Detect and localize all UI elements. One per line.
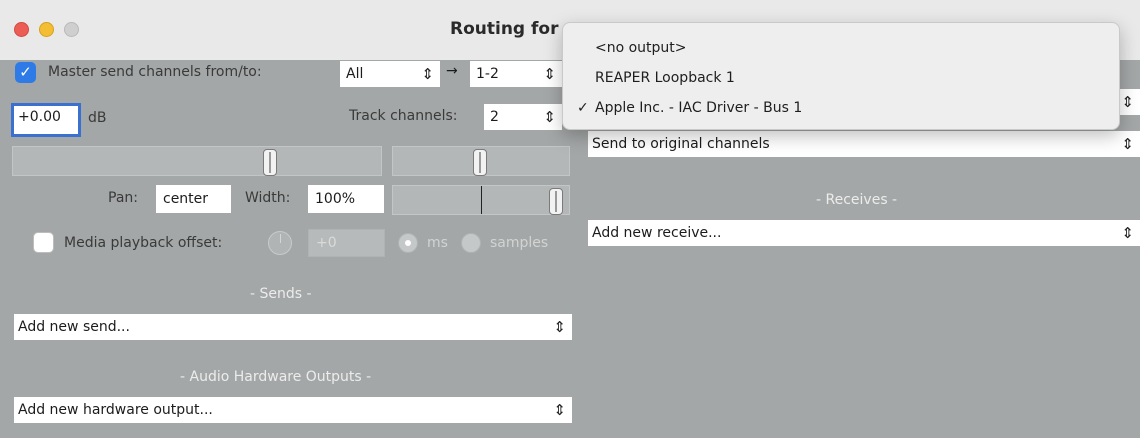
add-hardware-output-select[interactable]: Add new hardware output... ⇕ <box>14 397 572 423</box>
master-send-checkbox[interactable]: ✓ <box>15 62 36 83</box>
chevron-updown-icon: ⇕ <box>553 401 566 419</box>
master-from-value: All <box>346 66 364 82</box>
zoom-window-button[interactable] <box>64 22 79 37</box>
track-channels-select[interactable]: 2 ⇕ <box>484 104 562 130</box>
chevron-updown-icon: ⇕ <box>1121 135 1134 153</box>
volume-slider[interactable] <box>12 146 382 176</box>
samples-label: samples <box>490 235 549 251</box>
send-channels-value: Send to original channels <box>592 136 770 152</box>
volume-input[interactable]: +0.00 <box>11 103 81 137</box>
track-channels-value: 2 <box>490 109 499 125</box>
chevron-updown-icon: ⇕ <box>1121 93 1134 111</box>
receives-header: - Receives - <box>816 192 898 208</box>
master-to-select[interactable]: 1-2 ⇕ <box>470 61 562 87</box>
ms-label: ms <box>427 235 448 251</box>
width-slider-knob[interactable] <box>549 188 563 215</box>
samples-radio[interactable] <box>461 233 481 253</box>
add-send-label: Add new send... <box>18 319 130 335</box>
pan-label: Pan: <box>108 190 138 206</box>
hardware-outputs-header: - Audio Hardware Outputs - <box>180 369 372 385</box>
width-input[interactable]: 100% <box>308 185 384 213</box>
media-offset-checkbox[interactable] <box>33 232 54 253</box>
send-channels-select[interactable]: Send to original channels ⇕ <box>588 131 1140 157</box>
master-from-select[interactable]: All ⇕ <box>340 61 440 87</box>
chevron-updown-icon: ⇕ <box>1121 224 1134 242</box>
chevron-updown-icon: ⇕ <box>543 108 556 126</box>
width-slider[interactable] <box>392 185 570 215</box>
volume-slider-knob[interactable] <box>263 149 277 176</box>
menu-item-label: <no output> <box>595 40 687 56</box>
checkmark-icon: ✓ <box>577 100 589 116</box>
menu-item-label: REAPER Loopback 1 <box>595 70 735 86</box>
window-title: Routing for <box>450 19 559 39</box>
output-dropdown-menu: <no output> REAPER Loopback 1 ✓ Apple In… <box>562 22 1120 130</box>
chevron-updown-icon: ⇕ <box>553 318 566 336</box>
width-label: Width: <box>245 190 291 206</box>
menu-item-reaper-loopback[interactable]: REAPER Loopback 1 <box>563 63 1119 93</box>
add-receive-label: Add new receive... <box>592 225 722 241</box>
chevron-updown-icon: ⇕ <box>543 65 556 83</box>
volume-unit-label: dB <box>88 110 107 126</box>
pan-slider[interactable] <box>392 146 570 176</box>
pan-input[interactable]: center <box>156 185 231 213</box>
pan-slider-knob[interactable] <box>473 149 487 176</box>
menu-item-label: Apple Inc. - IAC Driver - Bus 1 <box>595 100 803 116</box>
width-center-line <box>481 186 482 214</box>
master-send-label: Master send channels from/to: <box>48 64 262 80</box>
master-to-value: 1-2 <box>476 66 499 82</box>
media-offset-input[interactable]: +0 <box>308 229 385 257</box>
sends-header: - Sends - <box>250 286 312 302</box>
menu-item-iac-driver[interactable]: ✓ Apple Inc. - IAC Driver - Bus 1 <box>563 93 1119 123</box>
menu-item-no-output[interactable]: <no output> <box>563 33 1119 63</box>
media-offset-label: Media playback offset: <box>64 235 223 251</box>
chevron-updown-icon: ⇕ <box>421 65 434 83</box>
offset-knob-icon <box>268 231 292 255</box>
ms-radio[interactable] <box>398 233 418 253</box>
arrow-right-icon: → <box>446 63 458 79</box>
track-channels-label: Track channels: <box>349 108 458 124</box>
add-send-select[interactable]: Add new send... ⇕ <box>14 314 572 340</box>
close-window-button[interactable] <box>14 22 29 37</box>
minimize-window-button[interactable] <box>39 22 54 37</box>
add-hardware-output-label: Add new hardware output... <box>18 402 213 418</box>
add-receive-select[interactable]: Add new receive... ⇕ <box>588 220 1140 246</box>
